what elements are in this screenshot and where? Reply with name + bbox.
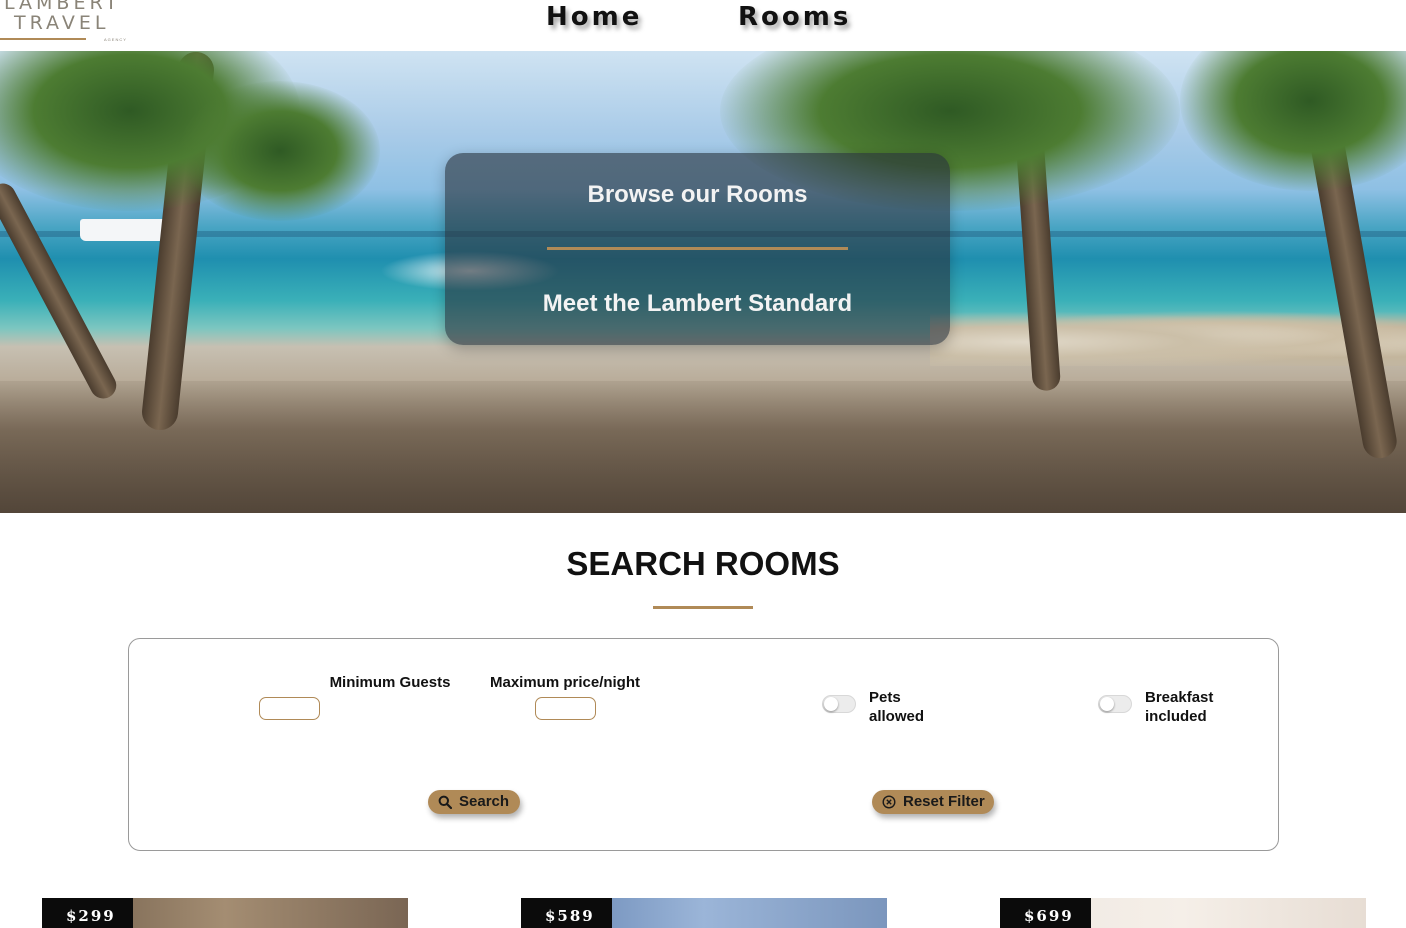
palm-fronds-right <box>1180 51 1406 191</box>
reset-filter-label: Reset Filter <box>903 793 985 810</box>
logo-text-agency: AGENCY <box>104 37 127 42</box>
lambert-standard-link[interactable]: Meet the Lambert Standard <box>445 290 950 318</box>
beach-sand-shadow <box>0 381 1406 513</box>
site-header: LAMBERT TRAVEL AGENCY Home Rooms <box>0 0 1406 51</box>
toggle-knob <box>1100 697 1114 711</box>
breakfast-included-toggle[interactable] <box>1098 695 1132 713</box>
min-guests-label: Minimum Guests <box>329 674 451 691</box>
browse-rooms-link[interactable]: Browse our Rooms <box>445 181 950 209</box>
palm-fronds-left-2 <box>180 81 380 221</box>
pets-allowed-toggle[interactable] <box>822 695 856 713</box>
reset-filter-button[interactable]: Reset Filter <box>872 790 994 814</box>
search-button[interactable]: Search <box>428 790 520 814</box>
search-title-divider <box>653 606 753 609</box>
search-icon <box>438 795 452 809</box>
min-guests-input[interactable] <box>259 697 320 720</box>
palm-trunk-left-2 <box>0 178 121 404</box>
toggle-knob <box>824 697 838 711</box>
room-price-badge: $589 <box>521 898 612 928</box>
lambert-travel-logo[interactable]: LAMBERT TRAVEL AGENCY <box>0 0 130 50</box>
room-card[interactable]: $589 <box>521 898 887 928</box>
room-filter-panel: Minimum Guests Maximum price/night Pets … <box>128 638 1279 851</box>
room-card[interactable]: $299 <box>42 898 408 928</box>
shore-rocks <box>930 306 1406 366</box>
search-button-label: Search <box>459 793 510 810</box>
nav-home-link[interactable]: Home <box>546 2 642 36</box>
max-price-label: Maximum price/night <box>489 674 641 691</box>
close-circle-icon <box>882 795 896 809</box>
hero-overlay-panel: Browse our Rooms Meet the Lambert Standa… <box>445 153 950 345</box>
overlay-divider <box>547 247 848 250</box>
nav-rooms-link[interactable]: Rooms <box>738 2 851 36</box>
room-price-badge: $699 <box>1000 898 1091 928</box>
logo-underline <box>0 38 86 40</box>
hero-beach-image: Browse our Rooms Meet the Lambert Standa… <box>0 51 1406 513</box>
breakfast-included-label: Breakfast included <box>1145 689 1214 725</box>
room-card[interactable]: $699 <box>1000 898 1366 928</box>
pets-allowed-label: Pets allowed <box>869 689 925 725</box>
logo-text-travel: TRAVEL <box>14 12 110 34</box>
max-price-input[interactable] <box>535 697 596 720</box>
room-price-badge: $299 <box>42 898 133 928</box>
search-rooms-title: SEARCH ROOMS <box>566 545 840 582</box>
